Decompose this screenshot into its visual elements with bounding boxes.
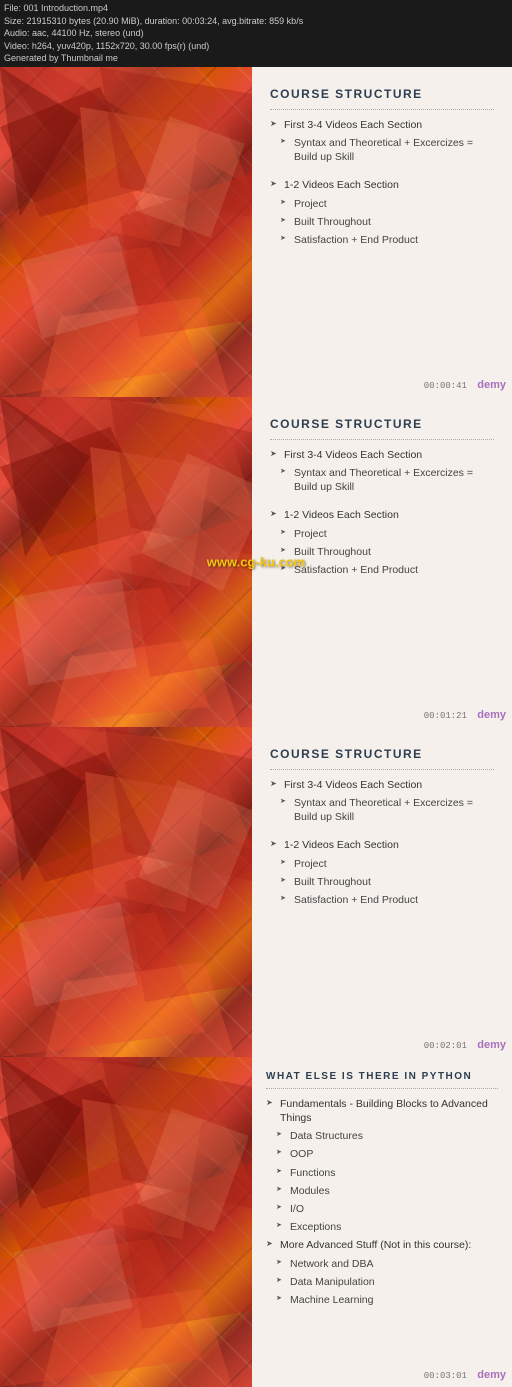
list-item: First 3-4 Videos Each Section <box>270 118 494 132</box>
list-item: Built Throughout <box>270 215 494 229</box>
slide-2-watermark: demy <box>477 709 506 721</box>
list-item: Satisfaction + End Product <box>270 893 494 907</box>
slide-3-divider <box>270 769 494 770</box>
bg-svg-4 <box>0 1057 270 1387</box>
list-item: I/O <box>266 1202 498 1216</box>
list-item: Syntax and Theoretical + Excercizes = Bu… <box>270 136 494 164</box>
slide-4-divider <box>266 1088 498 1089</box>
list-item: Data Structures <box>266 1129 498 1143</box>
slide-content-3: COURSE STRUCTURE First 3-4 Videos Each S… <box>252 727 512 1057</box>
slide-3-title: COURSE STRUCTURE <box>270 747 494 761</box>
list-item: Functions <box>266 1166 498 1180</box>
topbar-line4: Video: h264, yuv420p, 1152x720, 30.00 fp… <box>4 40 508 53</box>
slide-bg-3 <box>0 727 270 1057</box>
slide-4-title: WHAT ELSE IS THERE IN PYTHON <box>266 1071 498 1082</box>
slide-4-list: Fundamentals - Building Blocks to Advanc… <box>266 1097 498 1307</box>
list-item: Machine Learning <box>266 1293 498 1307</box>
topbar-line3: Audio: aac, 44100 Hz, stereo (und) <box>4 27 508 40</box>
slide-4: WHAT ELSE IS THERE IN PYTHON Fundamental… <box>0 1057 512 1387</box>
topbar-line5: Generated by Thumbnail me <box>4 52 508 65</box>
page-wrapper: File: 001 Introduction.mp4 Size: 2191531… <box>0 0 512 1387</box>
slide-1-timestamp: 00:00:41 <box>424 381 467 391</box>
topbar-line2: Size: 21915310 bytes (20.90 MiB), durati… <box>4 15 508 28</box>
list-item: Satisfaction + End Product <box>270 233 494 247</box>
list-item: Project <box>270 857 494 871</box>
list-item: Data Manipulation <box>266 1275 498 1289</box>
list-item: 1-2 Videos Each Section <box>270 178 494 192</box>
topbar-line1: File: 001 Introduction.mp4 <box>4 2 508 15</box>
list-item: Project <box>270 527 494 541</box>
slide-2-title: COURSE STRUCTURE <box>270 417 494 431</box>
list-item: 1-2 Videos Each Section <box>270 838 494 852</box>
list-item: Built Throughout <box>270 875 494 889</box>
slide-3-timestamp: 00:02:01 <box>424 1041 467 1051</box>
slide-3: COURSE STRUCTURE First 3-4 Videos Each S… <box>0 727 512 1057</box>
slide-1-divider <box>270 109 494 110</box>
slide-1-list: First 3-4 Videos Each Section Syntax and… <box>270 118 494 247</box>
slide-4-timestamp: 00:03:01 <box>424 1371 467 1381</box>
slide-content-4: WHAT ELSE IS THERE IN PYTHON Fundamental… <box>252 1057 512 1387</box>
list-item: First 3-4 Videos Each Section <box>270 448 494 462</box>
list-item: More Advanced Stuff (Not in this course)… <box>266 1238 498 1252</box>
list-item: Syntax and Theoretical + Excercizes = Bu… <box>270 796 494 824</box>
list-item: OOP <box>266 1147 498 1161</box>
list-item: First 3-4 Videos Each Section <box>270 778 494 792</box>
slide-3-list: First 3-4 Videos Each Section Syntax and… <box>270 778 494 907</box>
slide-1-watermark: demy <box>477 379 506 391</box>
top-bar: File: 001 Introduction.mp4 Size: 2191531… <box>0 0 512 67</box>
bg-svg-1 <box>0 67 270 397</box>
list-item: Project <box>270 197 494 211</box>
slide-2-timestamp: 00:01:21 <box>424 711 467 721</box>
slide-2-url-watermark: www.cg-ku.com <box>207 554 305 569</box>
slide-4-watermark: demy <box>477 1369 506 1381</box>
list-item: Network and DBA <box>266 1257 498 1271</box>
slide-2: www.cg-ku.com COURSE STRUCTURE First 3-4… <box>0 397 512 727</box>
list-item: Exceptions <box>266 1220 498 1234</box>
slide-bg-4 <box>0 1057 270 1387</box>
list-item: Syntax and Theoretical + Excercizes = Bu… <box>270 466 494 494</box>
list-item: Fundamentals - Building Blocks to Advanc… <box>266 1097 498 1125</box>
slide-3-watermark: demy <box>477 1039 506 1051</box>
list-item: 1-2 Videos Each Section <box>270 508 494 522</box>
slide-1: COURSE STRUCTURE First 3-4 Videos Each S… <box>0 67 512 397</box>
slide-2-divider <box>270 439 494 440</box>
list-item: Modules <box>266 1184 498 1198</box>
bg-svg-3 <box>0 727 270 1057</box>
slide-bg-1 <box>0 67 270 397</box>
slide-1-title: COURSE STRUCTURE <box>270 87 494 101</box>
slide-content-1: COURSE STRUCTURE First 3-4 Videos Each S… <box>252 67 512 397</box>
